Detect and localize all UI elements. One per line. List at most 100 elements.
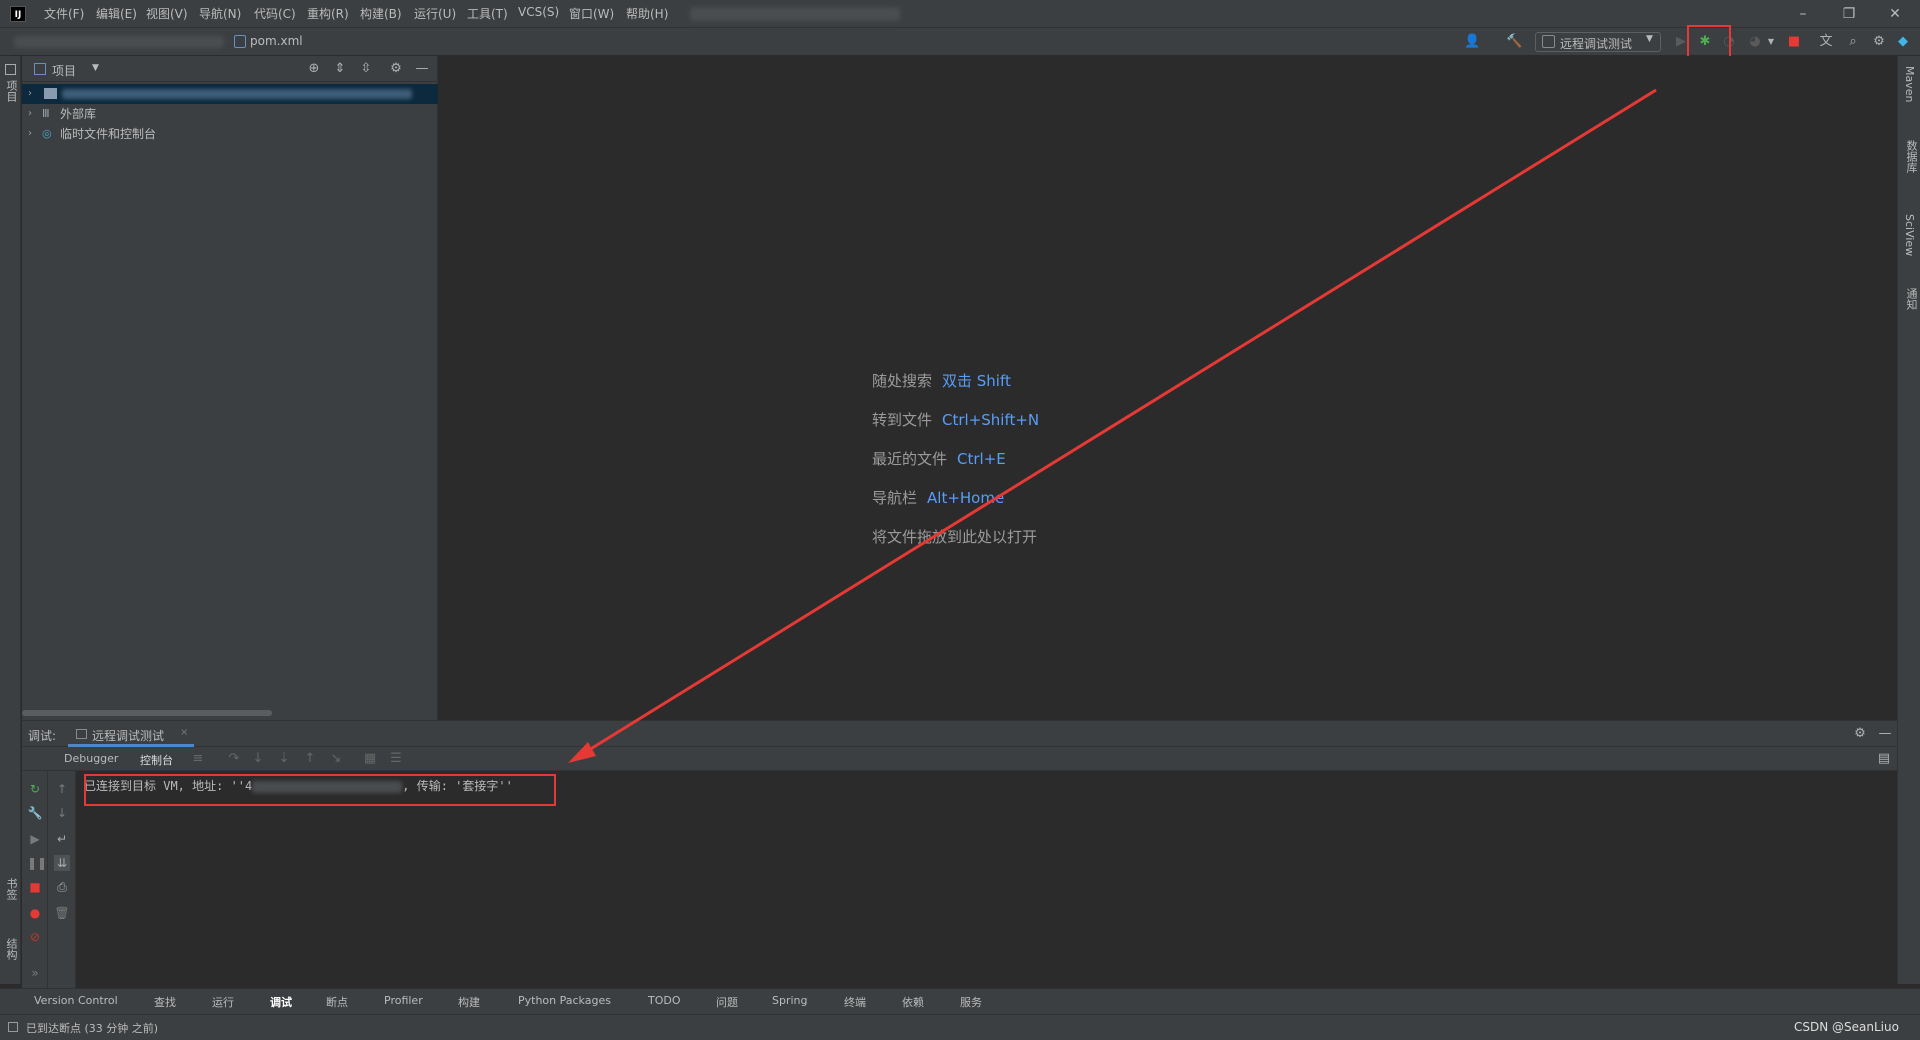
sciview-tool-tab[interactable]: SciView (1903, 214, 1916, 256)
minimize-button[interactable]: – (1780, 3, 1826, 25)
layout-icon[interactable]: ≡ (190, 751, 206, 767)
tree-row-scratches[interactable]: › ◎ 临时文件和控制台 (22, 124, 438, 144)
clear-trash-icon[interactable]: 🗑 (54, 905, 70, 921)
close-window-button[interactable]: ✕ (1872, 3, 1918, 25)
tab-breakpoints[interactable]: 断点 (326, 994, 348, 1010)
stop-icon[interactable]: ■ (1786, 34, 1802, 50)
menu-navigate[interactable]: 导航(N) (199, 5, 241, 22)
force-step-into-icon[interactable]: ⇣ (276, 751, 292, 767)
tab-debugger[interactable]: Debugger (64, 752, 118, 765)
step-over-icon[interactable]: ↷ (226, 751, 242, 767)
redacted-window-title (690, 7, 900, 21)
translate-icon[interactable]: 文 (1818, 34, 1834, 50)
debug-tab-bar: 调试: 远程调试测试 × ⚙ — (22, 721, 1897, 747)
hide-panel-icon[interactable]: — (1877, 726, 1893, 742)
structure-tool-tab[interactable]: 结构 (3, 938, 19, 960)
tab-version-control[interactable]: Version Control (34, 994, 118, 1007)
scroll-to-end-icon[interactable]: ⇊ (54, 855, 70, 871)
project-panel-title[interactable]: 项目 (52, 62, 76, 79)
editor-area: 随处搜索 双击 Shift 转到文件 Ctrl+Shift+N 最近的文件 Ctrl+… (438, 56, 1897, 720)
menu-vcs[interactable]: VCS(S) (518, 5, 559, 19)
mute-breakpoints-icon[interactable]: ⊘ (27, 929, 43, 945)
settings-gear-icon[interactable]: ⚙ (1852, 726, 1868, 742)
step-out-icon[interactable]: ↑ (302, 751, 318, 767)
notifications-tool-tab[interactable]: 通知 (1903, 288, 1919, 310)
hint-shortcut: Ctrl+E (957, 450, 1006, 468)
layout-settings-icon[interactable]: ▤ (1876, 751, 1892, 767)
more-run-chevron-icon[interactable]: ▼ (1763, 34, 1779, 50)
hint-search-everywhere: 随处搜索 双击 Shift (872, 370, 1011, 391)
database-tool-tab[interactable]: 数据库 (1903, 140, 1919, 173)
trace-icon[interactable]: ☰ (388, 751, 404, 767)
tree-row-external-libraries[interactable]: › Ⅲ 外部库 (22, 104, 438, 124)
menu-tools[interactable]: 工具(T) (467, 5, 508, 22)
hide-panel-icon[interactable]: — (414, 61, 430, 77)
menu-view[interactable]: 视图(V) (146, 5, 188, 22)
more-icon[interactable]: » (27, 965, 43, 981)
restore-button[interactable]: ❐ (1826, 3, 1872, 25)
chevron-down-icon[interactable]: ▼ (92, 63, 99, 73)
tab-run[interactable]: 运行 (212, 994, 234, 1010)
maven-tool-tab[interactable]: Maven (1903, 66, 1916, 102)
menu-run[interactable]: 运行(U) (414, 5, 456, 22)
tab-build[interactable]: 构建 (458, 994, 480, 1010)
tab-profiler[interactable]: Profiler (384, 994, 423, 1007)
profile-icon[interactable]: ◕ (1747, 34, 1763, 50)
search-icon[interactable]: ⌕ (1845, 34, 1861, 50)
breadcrumb-pom-xml[interactable]: pom.xml (250, 34, 303, 48)
menu-build[interactable]: 构建(B) (360, 5, 402, 22)
tab-debug[interactable]: 调试 (270, 994, 292, 1010)
tree-row-project-root[interactable]: › (22, 84, 438, 104)
session-tab-label: 远程调试测试 (92, 729, 165, 743)
evaluate-icon[interactable]: ▦ (362, 751, 378, 767)
run-to-cursor-icon[interactable]: ↘ (328, 751, 344, 767)
menu-code[interactable]: 代码(C) (254, 5, 296, 22)
up-arrow-icon[interactable]: ↑ (54, 781, 70, 797)
tab-terminal[interactable]: 终端 (844, 994, 866, 1010)
vcs-user-icon[interactable]: 👤 (1464, 34, 1480, 50)
title-bar: IJ 文件(F) 编辑(E) 视图(V) 导航(N) 代码(C) 重构(R) 构… (0, 0, 1920, 28)
tab-spring[interactable]: Spring (772, 994, 808, 1007)
status-window-icon[interactable] (8, 1022, 18, 1032)
bookmarks-tool-tab[interactable]: 书签 (3, 878, 19, 900)
settings-gear-icon[interactable]: ⚙ (1871, 34, 1887, 50)
pause-icon[interactable]: ❚❚ (27, 855, 47, 871)
close-icon[interactable]: × (180, 727, 188, 738)
horizontal-scrollbar[interactable] (22, 710, 272, 716)
intellij-logo-icon: IJ (10, 6, 26, 22)
settings-gear-icon[interactable]: ⚙ (388, 61, 404, 77)
debug-subtab-bar: Debugger 控制台 ≡ ↷ ↓ ⇣ ↑ ↘ ▦ ☰ ▤ (22, 747, 1897, 771)
tab-console[interactable]: 控制台 (140, 752, 173, 768)
tab-dependencies[interactable]: 依赖 (902, 994, 924, 1010)
plugin-logo-icon[interactable]: ◆ (1895, 34, 1911, 50)
menu-help[interactable]: 帮助(H) (626, 5, 668, 22)
locate-icon[interactable]: ⊕ (306, 61, 322, 77)
step-into-icon[interactable]: ↓ (250, 751, 266, 767)
menu-window[interactable]: 窗口(W) (569, 5, 614, 22)
stop-icon[interactable]: ■ (27, 879, 43, 895)
tab-remote-debug-session[interactable]: 远程调试测试 × (68, 721, 194, 747)
view-breakpoints-icon[interactable]: ● (27, 905, 43, 921)
expand-all-icon[interactable]: ⇕ (332, 61, 348, 77)
tab-problems[interactable]: 问题 (716, 994, 738, 1010)
tab-todo[interactable]: TODO (648, 994, 681, 1007)
down-arrow-icon[interactable]: ↓ (54, 805, 70, 821)
resume-icon[interactable]: ▶ (27, 831, 43, 847)
rerun-icon[interactable]: ↻ (27, 781, 43, 797)
menu-file[interactable]: 文件(F) (44, 5, 84, 22)
tab-python-packages[interactable]: Python Packages (518, 994, 611, 1007)
menu-edit[interactable]: 编辑(E) (96, 5, 137, 22)
tab-services[interactable]: 服务 (960, 994, 982, 1010)
build-hammer-icon[interactable]: 🔨 (1506, 34, 1522, 50)
menu-refactor[interactable]: 重构(R) (307, 5, 349, 22)
chevron-right-icon[interactable]: › (28, 84, 32, 104)
tab-find[interactable]: 查找 (154, 994, 176, 1010)
wrench-icon[interactable]: 🔧 (27, 805, 43, 821)
run-config-dropdown[interactable]: 远程调试测试 ▼ (1535, 32, 1661, 52)
chevron-right-icon[interactable]: › (28, 124, 32, 144)
soft-wrap-icon[interactable]: ↵ (54, 831, 70, 847)
project-tool-tab[interactable]: 项目 (3, 80, 19, 102)
chevron-right-icon[interactable]: › (28, 104, 32, 124)
collapse-all-icon[interactable]: ⇳ (358, 61, 374, 77)
print-icon[interactable]: ⎙ (54, 879, 70, 895)
